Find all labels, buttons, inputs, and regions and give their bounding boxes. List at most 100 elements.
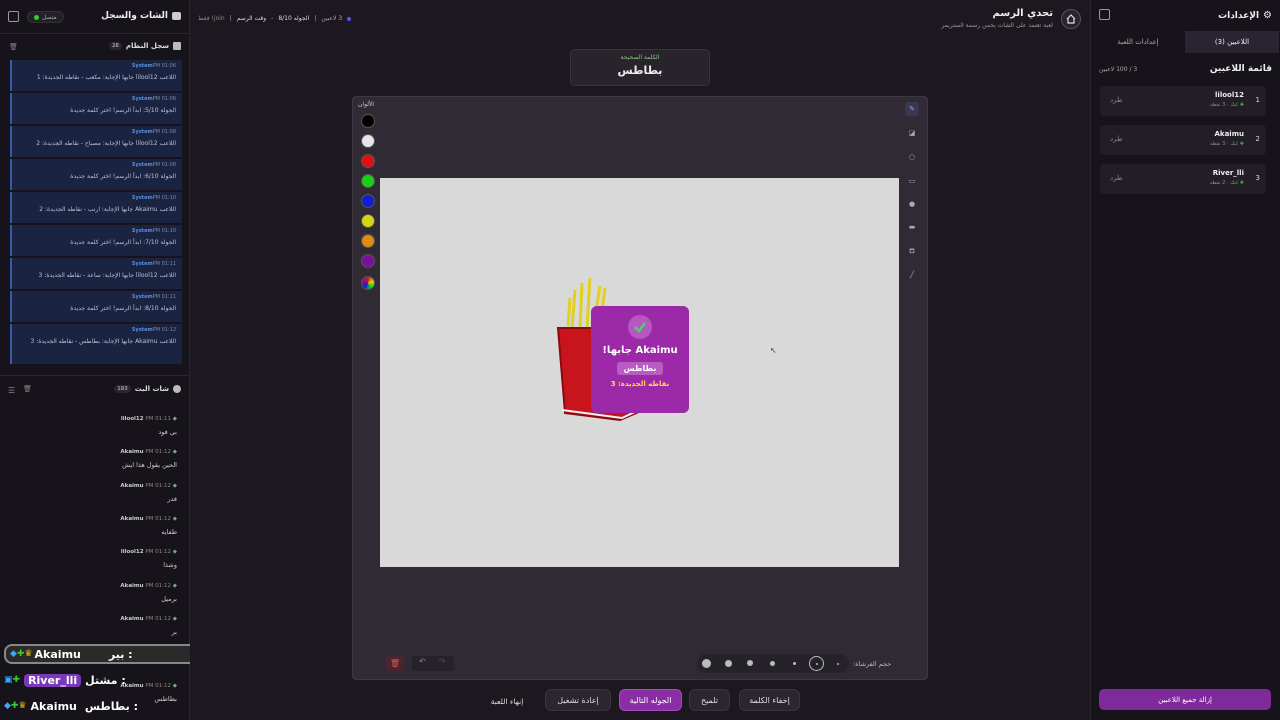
- color-orange[interactable]: [361, 234, 375, 248]
- tab-players[interactable]: اللاعبين (3): [1185, 31, 1279, 53]
- player-card: 3 River_lli ✚ كيك · 2 نقطة طرد: [1100, 164, 1266, 194]
- kick-badge-icon: ✚: [1239, 102, 1244, 108]
- color-picker-icon[interactable]: [361, 276, 375, 290]
- end-game-button[interactable]: إنهاء اللعبة: [481, 694, 533, 708]
- eraser-tool[interactable]: ◪: [905, 126, 919, 140]
- badge-icon: ◆: [10, 649, 17, 659]
- badge-icon: ▣: [4, 675, 13, 685]
- brush-size-s[interactable]: [770, 661, 775, 666]
- kick-button[interactable]: طرد: [1110, 96, 1123, 104]
- hint-button[interactable]: تلميح: [689, 689, 730, 711]
- chat-message: ◆ Akaimu PM 01:12 طفايه: [120, 516, 177, 536]
- correct-word-box: الكلمة الصحيحة بطاطس: [570, 49, 710, 86]
- restart-button[interactable]: إعادة تشغيل: [545, 689, 611, 711]
- log-count-badge: 28: [108, 42, 122, 50]
- brush-size-xl[interactable]: [702, 659, 711, 668]
- fill-bucket-tool[interactable]: ⛾: [905, 244, 919, 258]
- divider: [0, 375, 190, 376]
- pencil-tool[interactable]: ✎: [905, 102, 919, 116]
- status-dot-icon: [34, 14, 39, 20]
- chat-message: ◆ Akaimu PM 01:12 الحين يقول هذا ايش: [120, 449, 177, 469]
- system-log-header: سجل النظام 28: [108, 42, 181, 50]
- next-round-button[interactable]: الجوله التالية: [619, 689, 682, 711]
- brush-size-l[interactable]: [725, 660, 732, 667]
- live-chat-header: شات البث 183: [114, 385, 181, 393]
- gear-icon: ⚙: [1263, 10, 1272, 21]
- overlay-chat-line: ▣ ✚ River_lli مشتل :: [4, 673, 126, 687]
- badge-icon: ✚: [10, 701, 19, 711]
- kick-badge-icon: ✚: [1239, 141, 1244, 147]
- remove-all-players-button[interactable]: إزالة جميع اللاعبين: [1099, 689, 1271, 710]
- brush-size-label: حجم الفرشاة:: [853, 660, 892, 668]
- brush-size-xxs[interactable]: [837, 663, 839, 665]
- live-dot-icon: [347, 16, 352, 21]
- chat-icon: [172, 12, 181, 20]
- overlay-chat-line: ◆ ✚ ♛ Akaimu بطاطس :: [4, 699, 138, 713]
- status-badge: متصل: [27, 11, 64, 23]
- collapse-right-icon[interactable]: [1099, 9, 1110, 20]
- undo-icon[interactable]: ↶: [419, 657, 426, 666]
- chat-filter-icon[interactable]: ☰: [8, 386, 15, 395]
- log-item: SystemPM 01:10 اللاعب Akaimu جابها الإجاب…: [10, 192, 182, 223]
- color-blue[interactable]: [361, 194, 375, 208]
- crown-icon: ♛: [24, 649, 33, 659]
- circle-tool[interactable]: ○: [905, 150, 919, 164]
- chat-message: ◆ Akaimu PM 01:12 قدر: [120, 483, 177, 503]
- filled-rect-tool[interactable]: ▬: [905, 220, 919, 234]
- kick-button[interactable]: طرد: [1110, 174, 1123, 182]
- color-green[interactable]: [361, 174, 375, 188]
- page-subtitle: لعبة تعتمد على الشات يخمن رسمة الستريمر: [941, 22, 1053, 29]
- log-item: SystemPM 01:06 الجولة 5/10: ابدأ الرسم! ا…: [10, 93, 182, 124]
- log-item: SystemPM 01:11 اللاعب lilool12 جابها الإج…: [10, 258, 182, 289]
- color-white[interactable]: [361, 134, 375, 148]
- brush-size-xs[interactable]: [793, 662, 796, 665]
- log-item: SystemPM 01:08 اللاعب lilool12 جابها الإج…: [10, 126, 182, 157]
- correct-word-label: الكلمة الصحيحة: [620, 54, 660, 61]
- panel-title: الشات والسجل: [101, 11, 181, 21]
- popup-title: Akaimu جابها!: [602, 345, 678, 356]
- brush-size-selected[interactable]: [809, 656, 824, 671]
- divider: [0, 33, 190, 34]
- hide-word-button[interactable]: إخفاء الكلمة: [739, 689, 800, 711]
- color-black[interactable]: [361, 114, 375, 128]
- players-list-title: قائمة اللاعبين: [1209, 64, 1272, 74]
- filled-circle-tool[interactable]: ●: [905, 197, 919, 211]
- correct-guess-popup: Akaimu جابها! بطاطس نقاطه الجديدة: 3: [591, 306, 689, 413]
- clear-log-button[interactable]: 🗑: [9, 43, 18, 51]
- player-card: 1 lilool12 ✚ كيك · 3 نقطة طرد: [1100, 86, 1266, 116]
- log-item: SystemPM 01:12 اللاعب Akaimu جابها الإجاب…: [10, 324, 182, 364]
- color-purple[interactable]: [361, 254, 375, 268]
- palette-title: الألوان: [358, 101, 375, 108]
- chat-message: ◆ lilool12 PM 01:12 وشذا: [120, 549, 177, 569]
- rectangle-tool[interactable]: ▭: [905, 174, 919, 188]
- mouse-cursor: ↖: [770, 346, 777, 355]
- kick-badge-icon: ✚: [1239, 180, 1244, 186]
- home-button[interactable]: [1061, 9, 1081, 29]
- color-red[interactable]: [361, 154, 375, 168]
- crown-icon: ♛: [18, 701, 27, 711]
- log-item: SystemPM 01:11 الجولة 8/10: ابدأ الرسم! ا…: [10, 291, 182, 322]
- check-icon: [628, 315, 652, 339]
- popup-points: نقاطه الجديدة: 3: [610, 380, 670, 388]
- drawing-canvas[interactable]: Akaimu جابها! بطاطس نقاطه الجديدة: 3: [380, 178, 899, 567]
- redo-icon[interactable]: ↷: [439, 657, 446, 666]
- color-yellow[interactable]: [361, 214, 375, 228]
- kick-button[interactable]: طرد: [1110, 135, 1123, 143]
- log-item: SystemPM 01:06 اللاعب lilool12 جابها الإج…: [10, 60, 182, 91]
- collapse-left-icon[interactable]: [8, 11, 19, 22]
- chat-message: ◆ lilool12 PM 01:11 بي فود: [120, 416, 177, 436]
- page-title: تحدي الرسم: [992, 8, 1053, 19]
- clear-canvas-button[interactable]: 🗑: [386, 656, 404, 671]
- clear-chat-button[interactable]: 🗑: [23, 385, 32, 393]
- round-info: 3 لاعبين | الجوله 8/10- وقت الرسم | join! …: [198, 15, 352, 22]
- status-label: متصل: [42, 13, 57, 21]
- popup-word: بطاطس: [616, 362, 664, 375]
- correct-word: بطاطس: [617, 64, 663, 77]
- chat-count-badge: 183: [114, 385, 131, 393]
- line-tool[interactable]: ╱: [905, 268, 919, 282]
- badge-icon: ✚: [12, 675, 21, 685]
- badge-icon: ◆: [4, 701, 11, 711]
- brush-size-m[interactable]: [747, 660, 753, 666]
- player-card: 2 Akaimu ✚ كيك · 3 نقطة طرد: [1100, 125, 1266, 155]
- tab-settings[interactable]: إعدادات اللعبة: [1091, 31, 1185, 53]
